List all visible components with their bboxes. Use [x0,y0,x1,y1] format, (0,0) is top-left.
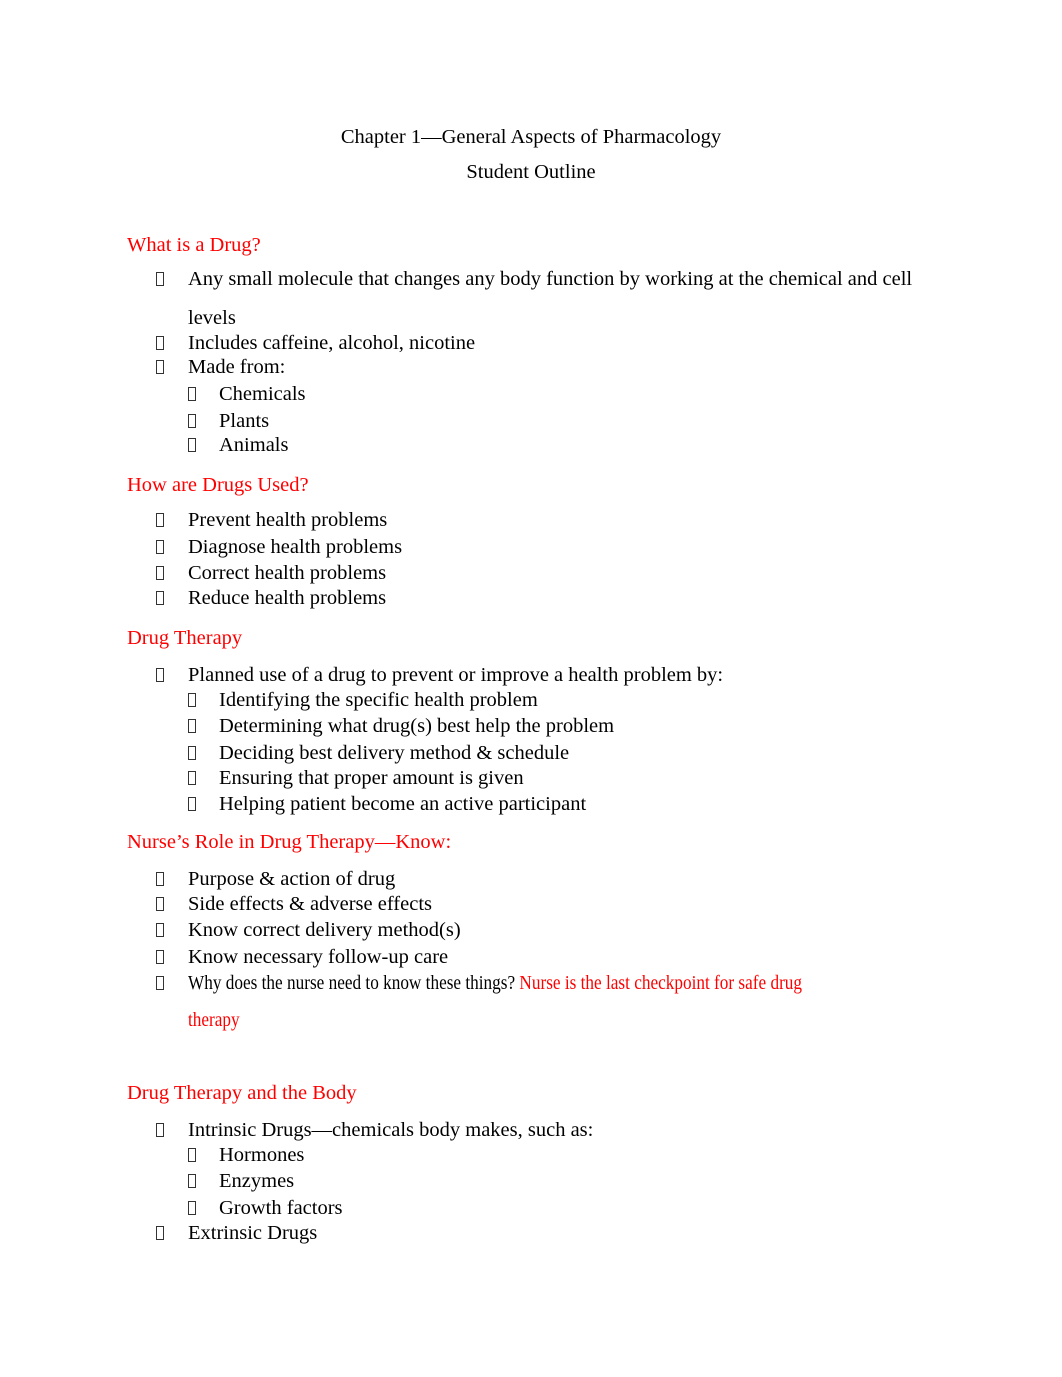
list-item: Intrinsic Drugs—chemicals body makes, su… [188,1119,594,1141]
list-subitem: Helping patient become an active partici… [219,793,587,815]
bullet-icon [188,1201,196,1215]
answer-continuation-text: therapy [188,1009,240,1031]
list-subitem: Animals [219,434,289,456]
list-subitem: Identifying the specific health problem [219,689,538,711]
section-heading-how-are-drugs-used: How are Drugs Used? [127,474,309,496]
bullet-icon [156,566,164,580]
list-item-continuation: levels [188,307,236,329]
list-subitem: Plants [219,410,270,432]
bullet-icon [188,771,196,785]
section-heading-nurses-role: Nurse’s Role in Drug Therapy—Know: [127,831,452,853]
list-item: Reduce health problems [188,587,387,609]
bullet-icon [188,693,196,707]
list-subitem: Determining what drug(s) best help the p… [219,715,615,737]
bullet-icon [156,950,164,964]
list-item: Extrinsic Drugs [188,1222,318,1244]
list-subitem: Growth factors [219,1197,343,1219]
bullet-icon [156,360,164,374]
list-item: Planned use of a drug to prevent or impr… [188,664,724,686]
bullet-icon [156,872,164,886]
bullet-icon [156,591,164,605]
bullet-icon [156,1226,164,1240]
list-subitem: Ensuring that proper amount is given [219,767,524,789]
list-item: Know correct delivery method(s) [188,919,461,941]
list-subitem: Hormones [219,1144,305,1166]
document-subtitle: Student Outline [466,161,596,183]
bullet-icon [188,387,196,401]
bullet-icon [188,746,196,760]
list-item: Any small molecule that changes any body… [188,268,913,290]
list-item: Know necessary follow-up care [188,946,449,968]
list-item: Made from: [188,356,286,378]
section-heading-what-is-a-drug: What is a Drug? [127,234,261,256]
list-item: Includes caffeine, alcohol, nicotine [188,332,476,354]
bullet-icon [156,897,164,911]
list-subitem: Enzymes [219,1170,295,1192]
bullet-icon [156,976,164,990]
section-heading-drug-therapy: Drug Therapy [127,627,243,649]
answer-text: Nurse is the last checkpoint for safe dr… [519,972,803,994]
answer-continuation: therapy [188,1008,249,1032]
bullet-icon [188,414,196,428]
list-item-question: Why does the nurse need to know these th… [188,971,919,995]
bullet-icon [156,540,164,554]
bullet-icon [156,272,164,286]
section-heading-drug-therapy-and-body: Drug Therapy and the Body [127,1082,357,1104]
list-item: Diagnose health problems [188,536,403,558]
list-item: Purpose & action of drug [188,868,396,890]
question-text: Why does the nurse need to know these th… [188,972,516,994]
bullet-icon [188,1148,196,1162]
list-item: Side effects & adverse effects [188,893,432,915]
bullet-icon [188,1174,196,1188]
bullet-icon [156,923,164,937]
bullet-icon [156,668,164,682]
document-title: Chapter 1—General Aspects of Pharmacolog… [340,126,722,148]
bullet-icon [156,1123,164,1137]
list-item: Prevent health problems [188,509,388,531]
bullet-icon [188,719,196,733]
bullet-icon [156,336,164,350]
list-subitem: Deciding best delivery method & schedule [219,742,570,764]
bullet-icon [156,513,164,527]
bullet-icon [188,797,196,811]
list-subitem: Chemicals [219,383,306,405]
bullet-icon [188,438,196,452]
list-item: Correct health problems [188,562,387,584]
